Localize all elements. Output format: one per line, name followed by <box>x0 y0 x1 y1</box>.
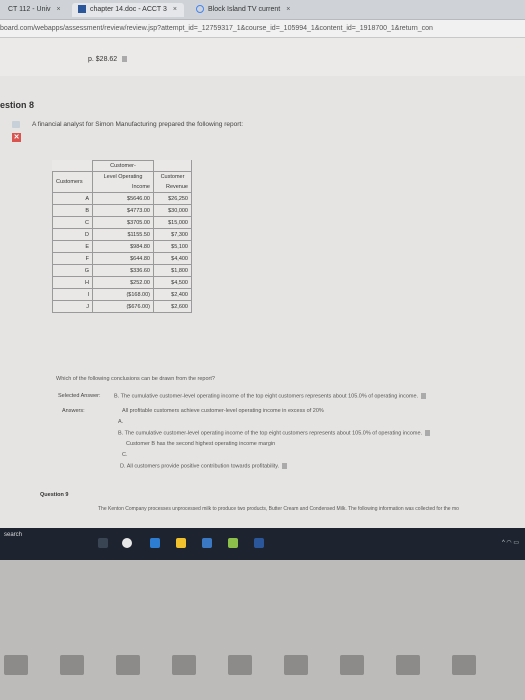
table-row: J ($676.00) $2,600 <box>52 300 192 313</box>
keyboard-key <box>284 655 308 675</box>
keyboard-key <box>228 655 252 675</box>
taskbar: search ^ ◠ ▭ <box>0 528 525 560</box>
table-row: B $4773.00 $30,000 <box>52 204 192 217</box>
next-question-text: The Kenton Company processes unprocessed… <box>98 506 459 512</box>
conclusion-question: Which of the following conclusions can b… <box>56 376 215 382</box>
cortana-icon[interactable] <box>122 538 132 548</box>
customer-report-table: Customer- Customers Level Operating Cust… <box>52 160 192 313</box>
browser-tab-bar: CT 112 - Univ × chapter 14.doc - ACCT 3 × … <box>0 0 525 20</box>
close-icon[interactable]: × <box>57 6 61 13</box>
browser-tab[interactable]: CT 112 - Univ × <box>2 3 66 17</box>
dropdown-icon <box>421 393 427 399</box>
answer-option-b: B. The cumulative customer-level operati… <box>118 430 431 436</box>
table-row: C $3705.00 $15,000 <box>52 216 192 229</box>
table-header-row: Customers Level Operating Customer <box>52 171 192 193</box>
browser-tab[interactable]: Block Island TV current × <box>190 3 312 17</box>
table-row: G $336.60 $1,800 <box>52 264 192 277</box>
google-icon <box>196 5 204 14</box>
dropdown-icon <box>425 430 431 436</box>
keyboard-key <box>340 655 364 675</box>
edge-icon[interactable] <box>150 538 160 548</box>
task-view-icon[interactable] <box>98 538 108 548</box>
column-header: Level Operating <box>92 171 154 182</box>
page-subheader: p. $28.62 <box>0 38 525 76</box>
system-tray[interactable]: ^ ◠ ▭ <box>502 539 519 546</box>
close-icon[interactable]: × <box>286 6 290 13</box>
question-prompt: A financial analyst for Simon Manufactur… <box>32 121 244 128</box>
column-header: Income <box>92 182 154 193</box>
table-row: I ($168.00) $2,400 <box>52 288 192 301</box>
keyboard-key <box>4 655 28 675</box>
keyboard-key <box>452 655 476 675</box>
price-indicator: p. $28.62 <box>88 56 128 63</box>
answer-option-a-letter: A. <box>118 419 124 425</box>
keyboard-key <box>172 655 196 675</box>
table-row: D $1155.50 $7,300 <box>52 228 192 241</box>
file-explorer-icon[interactable] <box>176 538 186 548</box>
table-row: A $5646.00 $26,250 <box>52 192 192 205</box>
answer-option-d: D. All customers provide positive contri… <box>120 463 288 469</box>
answer-option-a-text: All profitable customers achieve custome… <box>122 408 324 414</box>
tab-label: CT 112 - Univ <box>8 6 51 13</box>
tab-label: chapter 14.doc - ACCT 3 <box>90 6 167 13</box>
question-status-icon <box>12 121 20 128</box>
selected-answer-label: Selected Answer: <box>58 393 101 399</box>
column-header: Revenue <box>153 182 192 193</box>
keyboard-key <box>60 655 84 675</box>
next-question-title: Question 9 <box>40 492 69 498</box>
store-icon[interactable] <box>202 538 212 548</box>
column-header: Customer- <box>92 160 154 172</box>
assessment-review: estion 8 A financial analyst for Simon M… <box>0 78 525 528</box>
table-row: F $644.80 $4,400 <box>52 252 192 265</box>
keyboard-key <box>396 655 420 675</box>
column-header: Customers <box>52 171 93 193</box>
keyboard-key <box>116 655 140 675</box>
table-row: H $252.00 $4,500 <box>52 276 192 289</box>
column-header: Customer <box>153 171 192 182</box>
answer-option-c-text: Customer B has the second highest operat… <box>126 441 276 447</box>
laptop-keyboard <box>0 560 525 700</box>
tab-label: Block Island TV current <box>208 6 281 13</box>
close-icon[interactable]: × <box>173 6 177 13</box>
answer-option-c-letter: C. <box>122 452 128 458</box>
app-icon[interactable] <box>228 538 238 548</box>
taskbar-search[interactable]: search <box>0 528 88 560</box>
dropdown-icon <box>282 463 288 469</box>
laptop-screen: CT 112 - Univ × chapter 14.doc - ACCT 3 × … <box>0 0 525 560</box>
browser-tab-active[interactable]: chapter 14.doc - ACCT 3 × <box>72 3 184 17</box>
word-icon[interactable] <box>254 538 264 548</box>
question-title: estion 8 <box>0 100 35 110</box>
table-row: E $984.80 $5,100 <box>52 240 192 253</box>
answers-label: Answers: <box>62 408 85 414</box>
word-doc-icon <box>78 5 86 14</box>
incorrect-icon: ✕ <box>12 133 21 142</box>
address-bar[interactable]: board.com/webapps/assessment/review/revi… <box>0 20 525 38</box>
dropdown-icon <box>122 56 128 63</box>
selected-answer[interactable]: B. The cumulative customer-level operati… <box>114 393 427 399</box>
table-header-row: Customer- <box>52 160 192 172</box>
url-text: board.com/webapps/assessment/review/revi… <box>0 25 433 32</box>
